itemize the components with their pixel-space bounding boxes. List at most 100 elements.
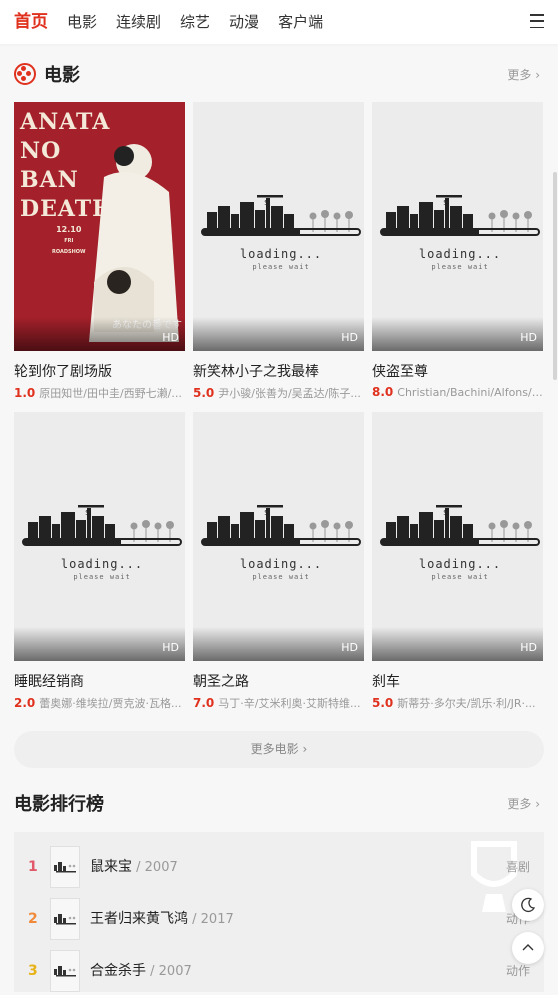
movie-cast: 原田知世/田中圭/西野七濑/... (39, 387, 182, 400)
rank-thumbnail[interactable] (50, 898, 80, 940)
movie-title[interactable]: 新笑林小子之我最棒 (193, 361, 364, 381)
poster-shade (14, 317, 185, 351)
rank-genre: 喜剧 (505, 860, 530, 874)
rank-year: 2007 (158, 964, 192, 979)
city-skyline-icon: $ (22, 502, 182, 542)
movie-meta: 5.0 斯蒂芬·多尔夫/凯乐·利/JR·... (372, 695, 543, 711)
svg-text:$: $ (85, 508, 90, 517)
svg-text:$: $ (264, 198, 269, 207)
movie-score: 1.0 (14, 386, 36, 400)
rank-number: 2 (28, 911, 38, 927)
movie-poster[interactable]: $ loading... please wait HD (193, 412, 364, 661)
ranking-more-label: 更多 (507, 796, 532, 811)
movies-more-label: 更多 (507, 67, 532, 82)
movie-meta: 8.0 Christian/Bachini/Alfons/C... (372, 385, 543, 399)
svg-text:$: $ (264, 508, 269, 517)
rank-year: 2017 (200, 912, 234, 927)
chevron-right-icon: › (535, 796, 540, 811)
movie-meta: 2.0 蕾奥娜·维埃拉/贾克波·瓦格... (14, 695, 185, 711)
rank-title-line[interactable]: 王者归来黄飞鸿 / 2017 (90, 908, 234, 928)
movie-poster[interactable]: $ loading... please wait HD (14, 412, 185, 661)
loading-subtext: please wait (431, 573, 489, 581)
movie-cast: 斯蒂芬·多尔夫/凯乐·利/JR·... (397, 697, 536, 710)
rank-title: 王者归来黄飞鸿 (90, 911, 188, 927)
hd-badge: HD (162, 331, 179, 344)
movie-title[interactable]: 朝圣之路 (193, 671, 364, 691)
ranking-more-link[interactable]: 更多 › (507, 795, 540, 812)
back-to-top-button[interactable] (512, 932, 544, 964)
scrollbar[interactable] (553, 172, 557, 380)
movie-title[interactable]: 刹车 (372, 671, 543, 691)
rank-title: 鼠来宝 (90, 859, 132, 875)
loading-bar (201, 538, 361, 546)
movie-meta: 5.0 尹小骏/张善为/吴孟达/陈子... (193, 385, 364, 401)
ranking-section-title: 电影排行榜 (14, 794, 104, 815)
movie-title[interactable]: 轮到你了剧场版 (14, 361, 185, 381)
rank-thumbnail[interactable] (50, 846, 80, 888)
loading-bar (380, 538, 540, 546)
menu-icon[interactable] (530, 14, 544, 28)
loading-placeholder: $ loading... please wait (380, 502, 540, 581)
top-nav: 首页 电影 连续剧 综艺 动漫 客户端 (0, 0, 558, 44)
hd-badge: HD (520, 331, 537, 344)
poster-shade (372, 317, 543, 351)
nav-series[interactable]: 连续剧 (116, 0, 161, 44)
poster-shade (193, 627, 364, 661)
ranking-row[interactable]: 2 王者归来黄飞鸿 / 2017 动作 (14, 896, 544, 942)
rank-title-line[interactable]: 鼠来宝 / 2007 (90, 856, 178, 876)
nav-variety[interactable]: 综艺 (180, 0, 210, 44)
movie-card[interactable]: $ loading... please wait HD 刹车 5.0 斯蒂芬·多尔… (372, 412, 543, 711)
loading-placeholder: $ loading... please wait (201, 192, 361, 271)
movie-poster[interactable]: $ loading... please wait HD (372, 102, 543, 351)
dark-mode-button[interactable] (512, 889, 544, 921)
loading-text: loading... (239, 247, 323, 261)
ranking-row[interactable]: 3 合金杀手 / 2007 动作 (14, 948, 544, 994)
movie-title[interactable]: 睡眠经销商 (14, 671, 185, 691)
loading-placeholder: $ loading... please wait (201, 502, 361, 581)
loading-subtext: please wait (431, 263, 489, 271)
movie-poster[interactable]: $ loading... please wait HD (193, 102, 364, 351)
more-movies-button[interactable]: 更多电影 › (14, 731, 544, 768)
loading-placeholder: $ loading... please wait (380, 192, 540, 271)
rank-title-line[interactable]: 合金杀手 / 2007 (90, 960, 192, 980)
loading-text: loading... (239, 557, 323, 571)
loading-text: loading... (418, 247, 502, 261)
rank-number: 1 (28, 859, 38, 875)
city-skyline-icon: $ (201, 502, 361, 542)
hd-badge: HD (162, 641, 179, 654)
chevron-right-icon: › (302, 742, 308, 756)
movie-poster[interactable]: $ loading... please wait HD (372, 412, 543, 661)
hd-badge: HD (341, 331, 358, 344)
loading-text: loading... (60, 557, 144, 571)
movie-card[interactable]: $ loading... please wait HD 睡眠经销商 2.0 蕾奥娜… (14, 412, 185, 711)
movie-card[interactable]: $ loading... please wait HD 朝圣之路 7.0 马丁·辛… (193, 412, 364, 711)
movies-more-link[interactable]: 更多 › (507, 66, 540, 83)
svg-text:$: $ (443, 198, 448, 207)
movie-card[interactable]: ANATANOBANDEATH. 12.10FRIROADSHOW あなたの番で… (14, 102, 185, 401)
ranking-section-header: 电影排行榜 更多 › (14, 788, 544, 818)
movies-section-header: 电影 更多 › (14, 59, 544, 89)
nav-home[interactable]: 首页 (14, 0, 48, 44)
movie-title[interactable]: 侠盗至尊 (372, 361, 543, 381)
movie-meta: 7.0 马丁·辛/艾米利奥·艾斯特维... (193, 695, 364, 711)
film-icon (14, 63, 36, 85)
rank-title: 合金杀手 (90, 963, 146, 979)
city-skyline-icon: $ (380, 192, 540, 232)
nav-movies[interactable]: 电影 (67, 0, 97, 44)
loading-bar (380, 228, 540, 236)
nav-client[interactable]: 客户端 (278, 0, 323, 44)
movie-meta: 1.0 原田知世/田中圭/西野七濑/... (14, 385, 185, 401)
moon-icon (521, 897, 536, 912)
movie-card[interactable]: $ loading... please wait HD 侠盗至尊 8.0 Chri… (372, 102, 543, 399)
hd-badge: HD (520, 641, 537, 654)
rank-thumbnail[interactable] (50, 950, 80, 992)
loading-subtext: please wait (252, 263, 310, 271)
movie-score: 7.0 (193, 696, 215, 710)
movie-card[interactable]: $ loading... please wait HD 新笑林小子之我最棒 5.… (193, 102, 364, 401)
ranking-row[interactable]: 1 鼠来宝 / 2007 喜剧 (14, 844, 544, 890)
movie-poster[interactable]: ANATANOBANDEATH. 12.10FRIROADSHOW あなたの番で… (14, 102, 185, 351)
loading-subtext: please wait (252, 573, 310, 581)
city-skyline-icon: $ (380, 502, 540, 542)
chevron-right-icon: › (535, 67, 540, 82)
nav-anime[interactable]: 动漫 (229, 0, 259, 44)
